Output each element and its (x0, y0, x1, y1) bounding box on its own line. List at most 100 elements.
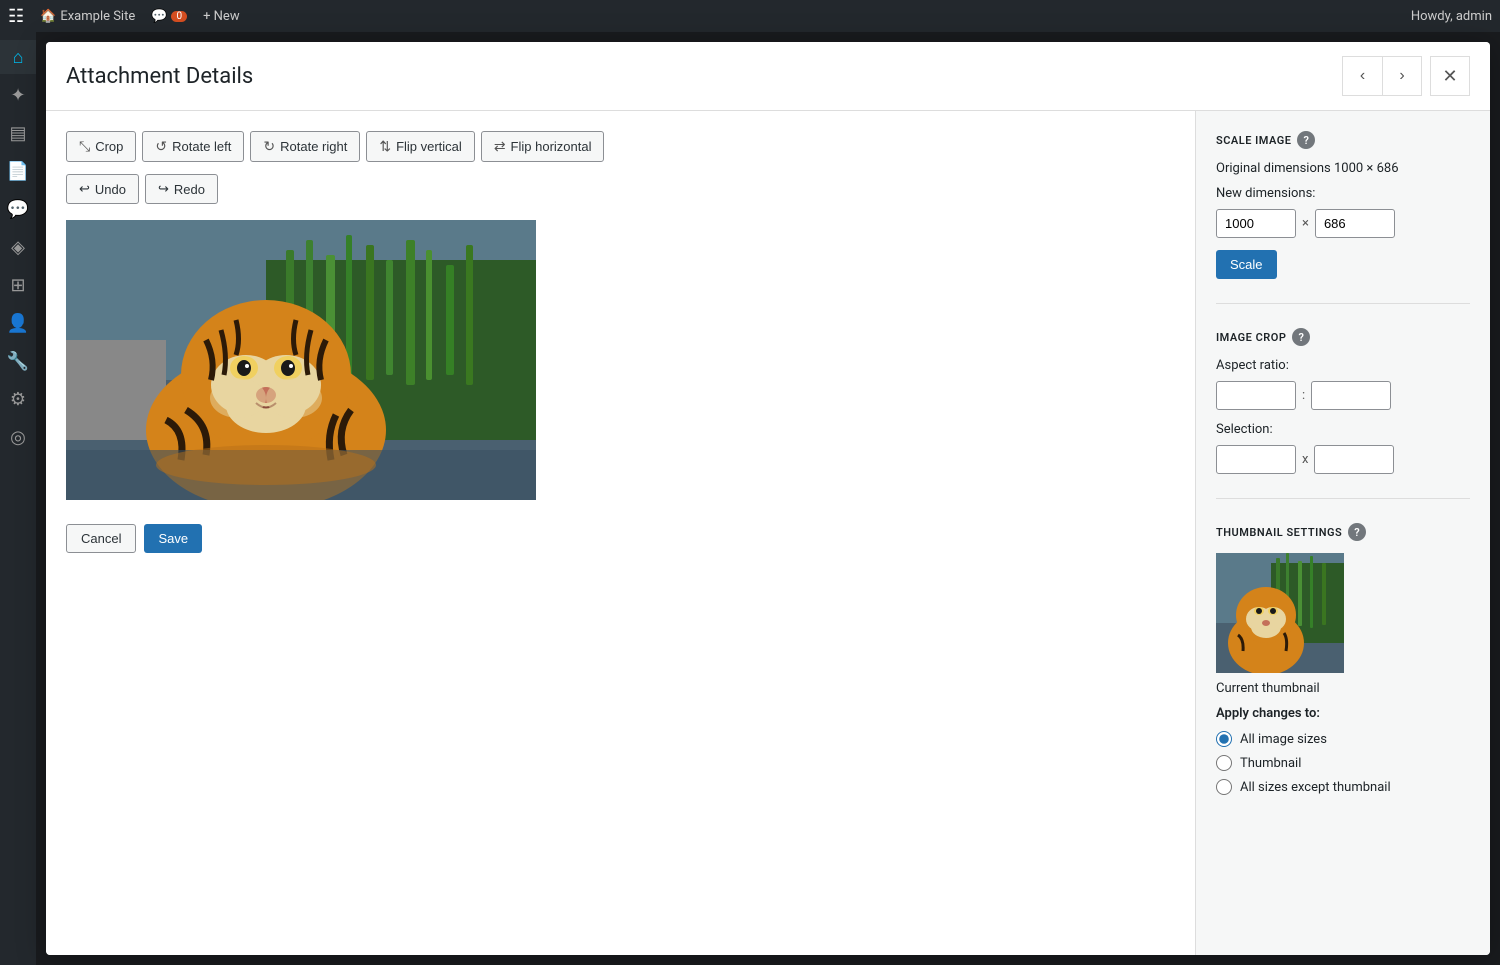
radio-option-all-except[interactable]: All sizes except thumbnail (1216, 779, 1470, 795)
action-buttons: Cancel Save (66, 524, 1175, 553)
tiger-image (66, 220, 536, 500)
new-dims-label: New dimensions: (1216, 186, 1470, 201)
image-crop-help-icon[interactable]: ? (1292, 328, 1310, 346)
crop-label: Crop (95, 139, 123, 154)
modal-close-button[interactable]: ✕ (1430, 56, 1470, 96)
modal-header: Attachment Details ‹ › ✕ (46, 42, 1490, 111)
scale-image-section: SCALE IMAGE ? Original dimensions 1000 ×… (1216, 131, 1470, 304)
new-item[interactable]: + New (203, 9, 240, 24)
image-preview (66, 220, 536, 504)
undo-icon: ↩ (79, 181, 90, 197)
wp-logo[interactable]: ☷ (8, 6, 24, 27)
aspect-ratio-inputs: : (1216, 381, 1470, 410)
new-label: + New (203, 9, 240, 24)
edit-area: ⤡ Crop ↺ Rotate left ↻ Rotate right ⇅ Fl… (46, 111, 1195, 955)
save-button[interactable]: Save (144, 524, 202, 553)
radio-input-all-sizes[interactable] (1216, 731, 1232, 747)
scale-button[interactable]: Scale (1216, 250, 1277, 279)
aspect-width-input[interactable] (1216, 381, 1296, 410)
sidebar-icon-collapse[interactable]: ◎ (0, 420, 36, 454)
comment-icon: 💬 (151, 9, 167, 24)
sidebar-icon-plugins[interactable]: ⊞ (0, 268, 36, 302)
thumbnail-settings-section: THUMBNAIL SETTINGS ? (1216, 523, 1470, 827)
image-crop-title: IMAGE CROP ? (1216, 328, 1470, 346)
sidebar-icon-media[interactable]: ▤ (0, 116, 36, 150)
radio-option-all-sizes[interactable]: All image sizes (1216, 731, 1470, 747)
site-name: Example Site (60, 9, 135, 24)
comments-count: 0 (171, 11, 187, 22)
right-panel: SCALE IMAGE ? Original dimensions 1000 ×… (1195, 111, 1490, 955)
sidebar-icon-users[interactable]: 👤 (0, 306, 36, 340)
scale-dims-inputs: × (1216, 209, 1470, 238)
radio-label-thumbnail: Thumbnail (1240, 756, 1301, 771)
rotate-right-button[interactable]: ↻ Rotate right (250, 131, 360, 162)
rotate-left-label: Rotate left (172, 139, 231, 154)
selection-height-input[interactable] (1314, 445, 1394, 474)
radio-input-all-except[interactable] (1216, 779, 1232, 795)
modal-title: Attachment Details (66, 64, 253, 89)
cancel-button[interactable]: Cancel (66, 524, 136, 553)
howdy-text: Howdy, admin (1411, 9, 1492, 24)
flip-vertical-icon: ⇅ (379, 138, 391, 155)
selection-inputs: x (1216, 445, 1470, 474)
undo-button[interactable]: ↩ Undo (66, 174, 139, 204)
modal-overlay: Attachment Details ‹ › ✕ ⤡ Crop (36, 32, 1500, 965)
scale-image-help-icon[interactable]: ? (1297, 131, 1315, 149)
sidebar-icon-tools[interactable]: 🔧 (0, 344, 36, 378)
thumbnail-settings-title: THUMBNAIL SETTINGS ? (1216, 523, 1470, 541)
redo-label: Redo (174, 182, 205, 197)
rotate-right-icon: ↻ (263, 138, 275, 155)
flip-horizontal-label: Flip horizontal (511, 139, 592, 154)
attachment-details-modal: Attachment Details ‹ › ✕ ⤡ Crop (46, 42, 1490, 955)
sidebar-icon-posts[interactable]: ✦ (0, 78, 36, 112)
rotate-right-label: Rotate right (280, 139, 347, 154)
undo-label: Undo (95, 182, 126, 197)
selection-width-input[interactable] (1216, 445, 1296, 474)
wp-sidebar: ⌂ ✦ ▤ 📄 💬 ◈ ⊞ 👤 🔧 ⚙ ◎ (0, 32, 36, 965)
admin-bar: ☷ 🏠 Example Site 💬 0 + New Howdy, admin (0, 0, 1500, 32)
aspect-sep: : (1302, 388, 1305, 403)
modal-nav: ‹ › (1342, 56, 1422, 96)
modal-next-button[interactable]: › (1382, 56, 1422, 96)
flip-vertical-label: Flip vertical (396, 139, 462, 154)
crop-icon: ⤡ (79, 138, 90, 155)
site-name-item[interactable]: 🏠 Example Site (40, 9, 135, 24)
apply-changes-options: All image sizes Thumbnail All sizes except… (1216, 731, 1470, 795)
selection-sep: x (1302, 452, 1308, 467)
redo-button[interactable]: ↪ Redo (145, 174, 218, 204)
crop-button[interactable]: ⤡ Crop (66, 131, 136, 162)
sidebar-icon-comments[interactable]: 💬 (0, 192, 36, 226)
redo-icon: ↪ (158, 181, 169, 197)
scale-height-input[interactable] (1315, 209, 1395, 238)
rotate-left-button[interactable]: ↺ Rotate left (142, 131, 244, 162)
aspect-ratio-label: Aspect ratio: (1216, 358, 1470, 373)
sidebar-icon-appearance[interactable]: ◈ (0, 230, 36, 264)
sidebar-icon-dashboard[interactable]: ⌂ (0, 40, 36, 74)
thumbnail-settings-help-icon[interactable]: ? (1348, 523, 1366, 541)
flip-vertical-button[interactable]: ⇅ Flip vertical (366, 131, 474, 162)
flip-horizontal-icon: ⇄ (494, 138, 506, 155)
howdy-item: Howdy, admin (1411, 9, 1492, 24)
sidebar-icon-settings[interactable]: ⚙ (0, 382, 36, 416)
image-crop-section: IMAGE CROP ? Aspect ratio: : Selection: … (1216, 328, 1470, 499)
comments-item[interactable]: 💬 0 (151, 9, 187, 24)
modal-prev-button[interactable]: ‹ (1342, 56, 1382, 96)
radio-label-all-sizes: All image sizes (1240, 732, 1327, 747)
rotate-left-icon: ↺ (155, 138, 167, 155)
flip-horizontal-button[interactable]: ⇄ Flip horizontal (481, 131, 605, 162)
apply-changes-label: Apply changes to: (1216, 706, 1470, 721)
scale-separator: × (1302, 216, 1309, 231)
radio-label-all-except: All sizes except thumbnail (1240, 780, 1391, 795)
edit-toolbar: ⤡ Crop ↺ Rotate left ↻ Rotate right ⇅ Fl… (66, 131, 1175, 162)
radio-input-thumbnail[interactable] (1216, 755, 1232, 771)
undo-redo-row: ↩ Undo ↪ Redo (66, 174, 1175, 204)
current-thumbnail-label: Current thumbnail (1216, 681, 1470, 696)
scale-image-title: SCALE IMAGE ? (1216, 131, 1470, 149)
radio-option-thumbnail[interactable]: Thumbnail (1216, 755, 1470, 771)
sidebar-icon-pages[interactable]: 📄 (0, 154, 36, 188)
scale-width-input[interactable] (1216, 209, 1296, 238)
modal-body: ⤡ Crop ↺ Rotate left ↻ Rotate right ⇅ Fl… (46, 111, 1490, 955)
thumbnail-preview-image (1216, 553, 1344, 673)
aspect-height-input[interactable] (1311, 381, 1391, 410)
selection-label: Selection: (1216, 422, 1470, 437)
